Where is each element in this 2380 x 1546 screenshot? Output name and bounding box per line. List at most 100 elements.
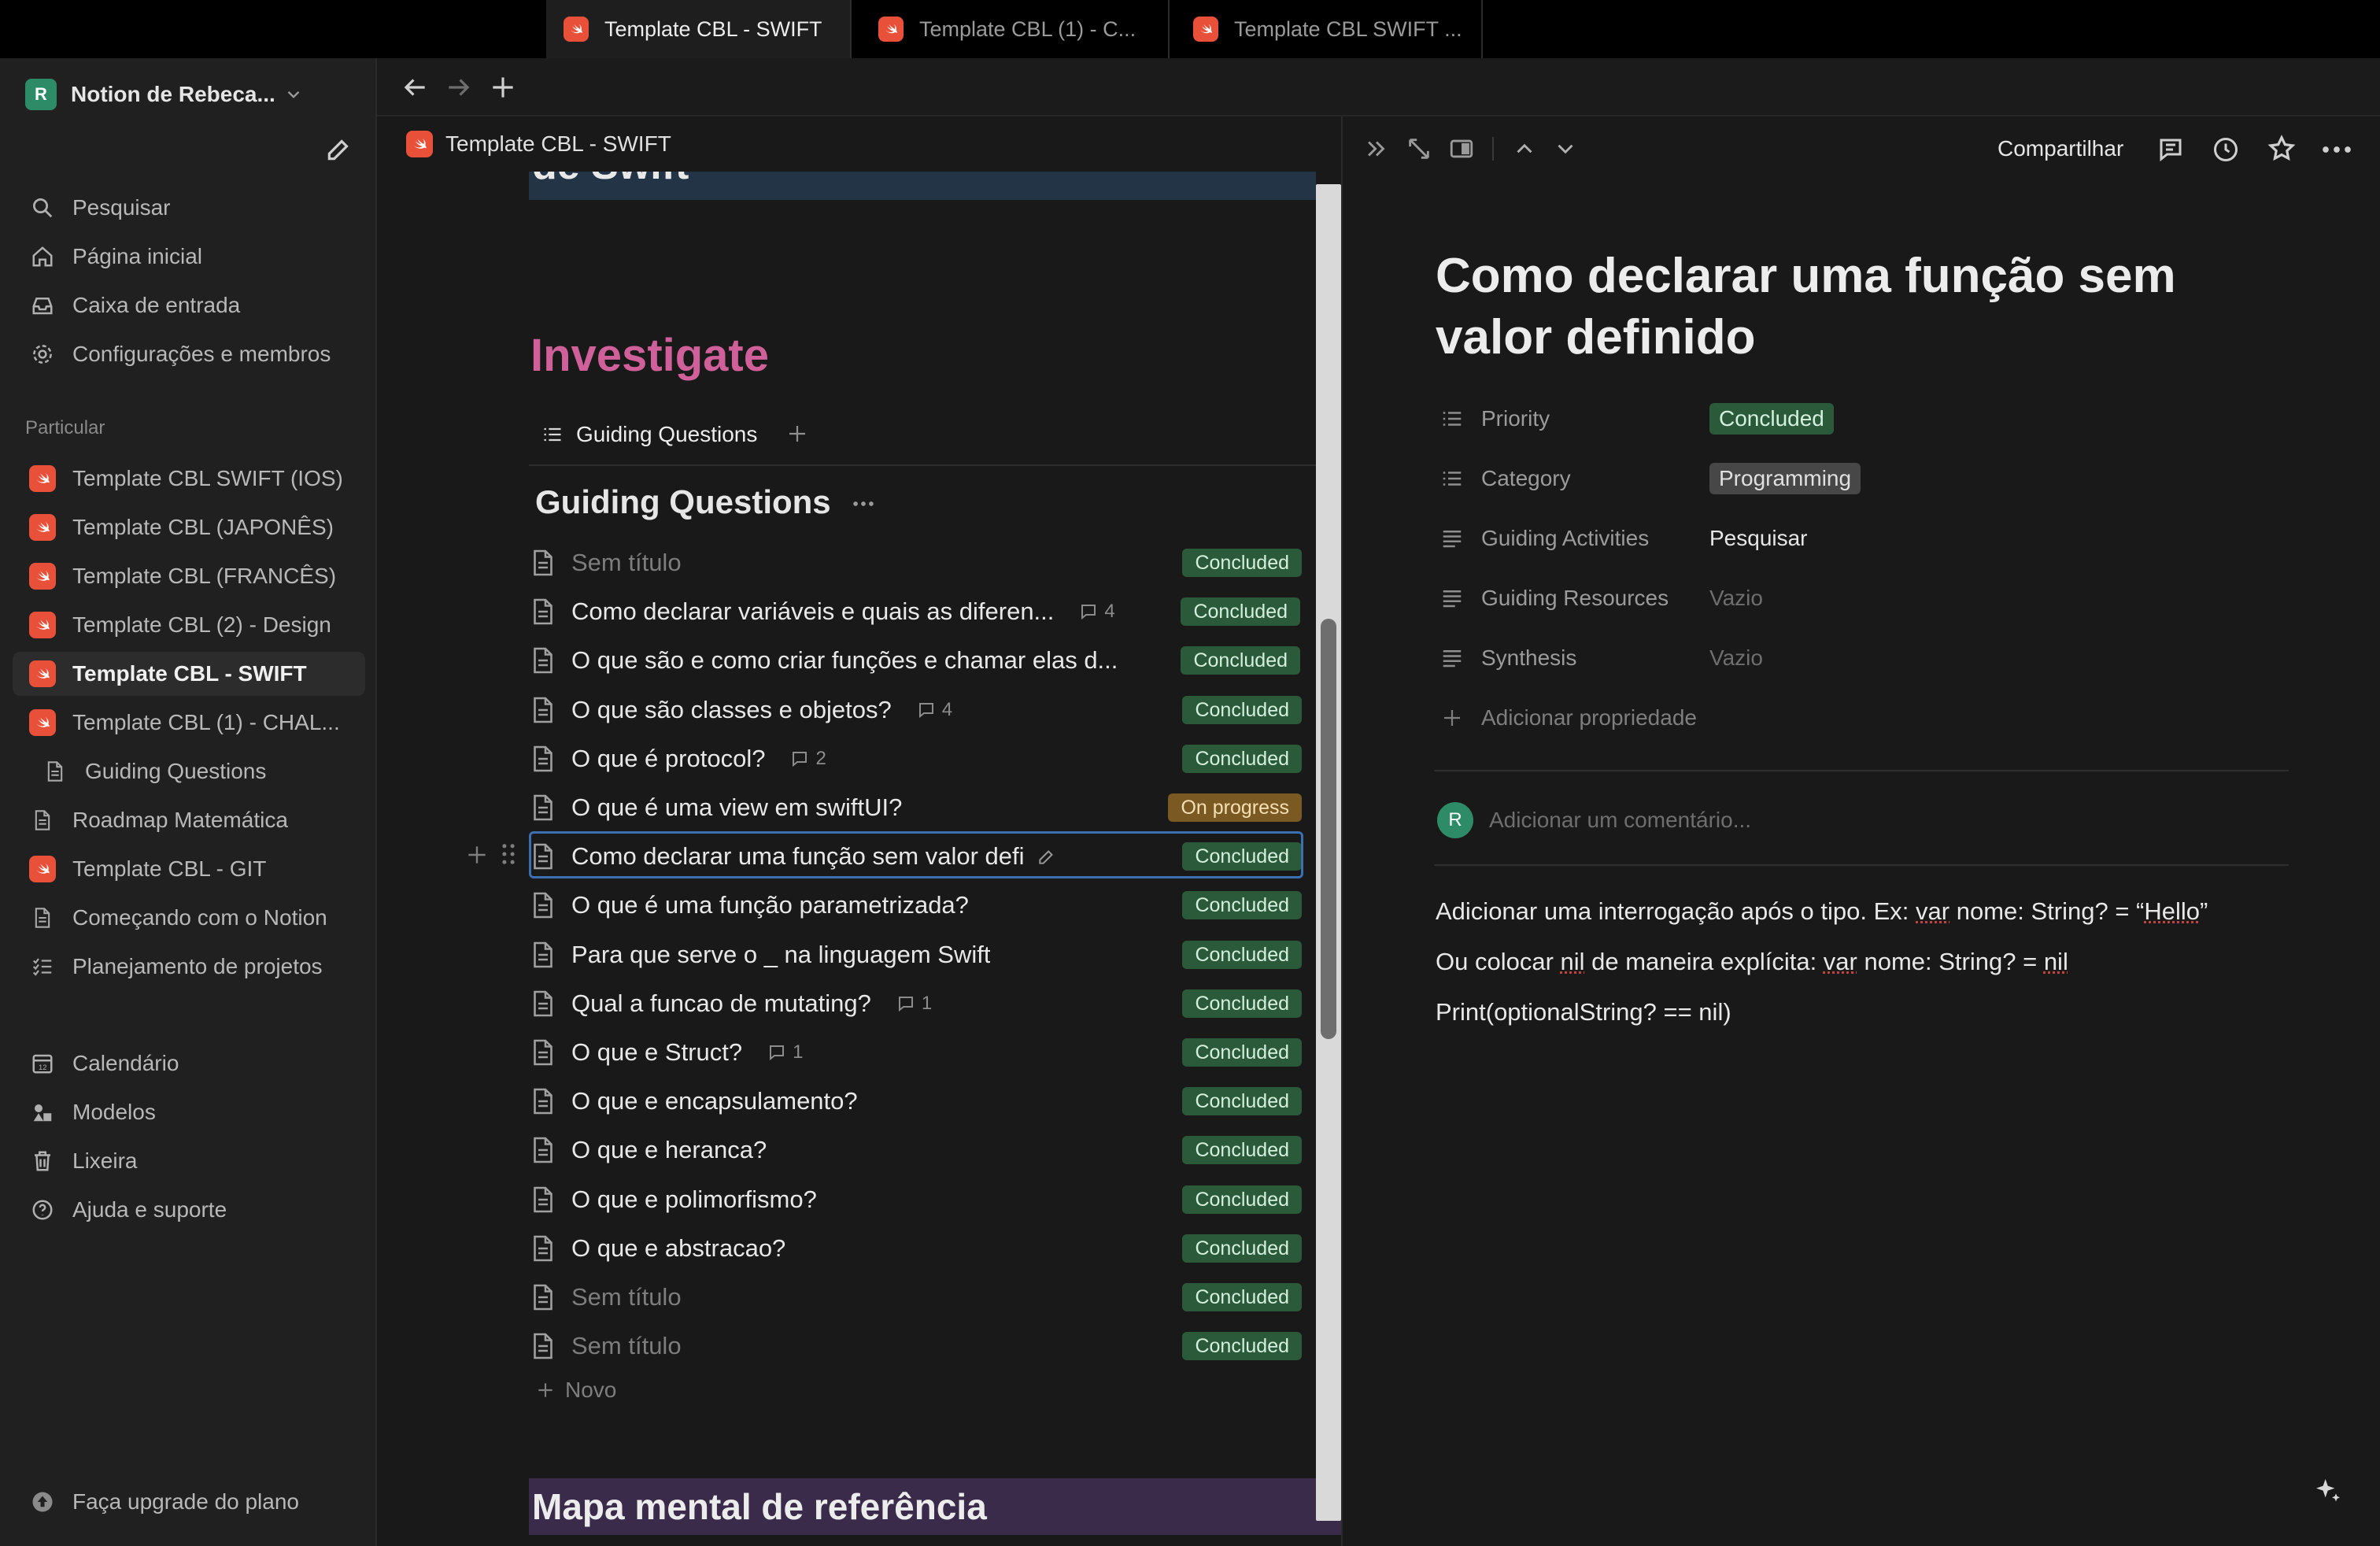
sidebar-item-search[interactable]: Pesquisar (13, 186, 365, 230)
property-category[interactable]: Category (1440, 457, 1571, 501)
comment-count[interactable]: 1 (896, 993, 932, 1015)
status-badge[interactable]: Concluded (1182, 745, 1302, 773)
more-icon[interactable] (2320, 140, 2353, 159)
workspace-switcher[interactable]: R Notion de Rebeca... (25, 74, 304, 115)
sidebar-item-page-active[interactable]: Template CBL - SWIFT (13, 652, 365, 696)
more-options-icon[interactable] (850, 494, 877, 513)
breadcrumb[interactable]: Template CBL - SWIFT (406, 131, 671, 157)
sidebar-item-page[interactable]: Template CBL (FRANCÊS) (13, 554, 365, 598)
comment-count[interactable]: 4 (917, 699, 952, 721)
ai-sparkle-icon[interactable] (2312, 1475, 2344, 1507)
status-badge[interactable]: Concluded (1181, 646, 1300, 675)
sidebar-item-page[interactable]: Template CBL SWIFT (IOS) (13, 457, 365, 501)
table-row[interactable]: Sem título Concluded (529, 1322, 1302, 1370)
sidebar-item-settings[interactable]: Configurações e membros (13, 332, 365, 376)
body-line-1[interactable]: Adicionar uma interrogação após o tipo. … (1436, 897, 2208, 926)
property-guiding-resources[interactable]: Guiding Resources (1440, 576, 1669, 620)
sidebar-item-page[interactable]: Guiding Questions (25, 749, 365, 793)
comments-icon[interactable] (2156, 135, 2185, 164)
property-value-guiding-resources[interactable]: Vazio (1709, 576, 1763, 620)
table-row[interactable]: Sem título Concluded (529, 538, 1302, 587)
tab-template-cbl-1[interactable]: Template CBL (1) - C... (861, 0, 1170, 58)
comment-count[interactable]: 2 (790, 748, 826, 770)
status-badge[interactable]: Concluded (1182, 989, 1302, 1018)
status-badge[interactable]: On progress (1168, 793, 1302, 822)
chevron-up-icon[interactable] (1511, 135, 1538, 162)
chevron-down-icon[interactable] (1552, 135, 1579, 162)
status-badge[interactable]: Concluded (1182, 1136, 1302, 1164)
table-row[interactable]: O que é protocol? 2 Concluded (529, 734, 1302, 783)
sidebar-item-home[interactable]: Página inicial (13, 235, 365, 279)
sidebar-item-help[interactable]: Ajuda e suporte (13, 1188, 365, 1232)
sidebar-item-page[interactable]: Template CBL (2) - Design (13, 603, 365, 647)
page-title[interactable]: Como declarar uma função sem valor defin… (1436, 246, 2223, 368)
scrollbar-thumb[interactable] (1321, 619, 1336, 1039)
status-badge[interactable]: Concluded (1182, 1087, 1302, 1115)
table-row[interactable]: O que são classes e objetos? 4 Concluded (529, 686, 1302, 734)
status-badge[interactable]: Concluded (1182, 696, 1302, 724)
close-peek-icon[interactable] (1363, 135, 1390, 162)
table-row[interactable]: O que e abstracao? Concluded (529, 1224, 1302, 1273)
sidebar-item-page[interactable]: Template CBL (1) - CHAL... (13, 701, 365, 745)
table-row[interactable]: O que é uma view em swiftUI? On progress (529, 783, 1302, 832)
property-priority[interactable]: Priority (1440, 397, 1550, 441)
back-arrow-icon[interactable] (400, 72, 430, 102)
status-badge[interactable]: Concluded (1182, 891, 1302, 919)
add-block-icon[interactable] (464, 842, 490, 867)
share-button[interactable]: Compartilhar (1998, 135, 2123, 162)
comment-input[interactable]: R Adicionar um comentário... (1437, 801, 1751, 839)
status-badge[interactable]: Concluded (1182, 549, 1302, 577)
table-row[interactable]: O que e Struct? 1 Concluded (529, 1028, 1302, 1077)
status-badge[interactable]: Concluded (1182, 1234, 1302, 1263)
table-row[interactable]: Sem título Concluded (529, 1273, 1302, 1322)
status-badge[interactable]: Concluded (1182, 1038, 1302, 1067)
sidebar-item-page[interactable]: Planejamento de projetos (13, 945, 365, 989)
expand-icon[interactable] (1406, 135, 1432, 162)
table-row[interactable]: Para que serve o _ na linguagem Swift Con… (529, 930, 1302, 979)
side-peek-icon[interactable] (1448, 135, 1475, 162)
status-badge[interactable]: Concluded (1181, 597, 1300, 626)
table-row[interactable]: O que e heranca? Concluded (529, 1126, 1302, 1174)
star-icon[interactable] (2267, 134, 2297, 164)
add-property-button[interactable]: Adicionar propriedade (1440, 696, 1697, 740)
status-badge[interactable]: Concluded (1182, 941, 1302, 969)
sidebar-item-page[interactable]: Template CBL - GIT (13, 847, 365, 891)
property-synthesis[interactable]: Synthesis (1440, 636, 1576, 680)
new-row-button[interactable]: Novo (535, 1376, 616, 1404)
sidebar-item-inbox[interactable]: Caixa de entrada (13, 283, 365, 327)
upgrade-plan-button[interactable]: Faça upgrade do plano (13, 1480, 365, 1524)
table-row[interactable]: O que e encapsulamento? Concluded (529, 1077, 1302, 1126)
new-page-icon[interactable] (324, 134, 354, 164)
status-badge[interactable]: Concluded (1182, 1185, 1302, 1214)
sidebar-item-page[interactable]: Começando com o Notion (13, 896, 365, 940)
edit-icon[interactable] (1037, 846, 1057, 867)
property-value-synthesis[interactable]: Vazio (1709, 636, 1763, 680)
sidebar-item-templates[interactable]: Modelos (13, 1090, 365, 1134)
table-row[interactable]: O que são e como criar funções e chamar … (529, 636, 1302, 685)
table-row[interactable]: Como declarar variáveis e quais as difer… (529, 587, 1302, 636)
property-guiding-activities[interactable]: Guiding Activities (1440, 516, 1649, 560)
view-tab-guiding-questions[interactable]: Guiding Questions (541, 419, 757, 450)
table-row[interactable]: O que é uma função parametrizada? Conclud… (529, 881, 1302, 930)
new-tab-icon[interactable] (488, 72, 518, 102)
status-badge[interactable]: Concluded (1182, 1283, 1302, 1311)
table-row[interactable]: Como declarar uma função sem valor defi C… (529, 832, 1302, 881)
sidebar-item-page[interactable]: Template CBL (JAPONÊS) (13, 505, 365, 549)
add-view-icon[interactable] (785, 422, 809, 446)
table-row[interactable]: O que e polimorfismo? Concluded (529, 1175, 1302, 1224)
sidebar-item-trash[interactable]: Lixeira (13, 1139, 365, 1183)
body-line-2[interactable]: Ou colocar nil de maneira explícita: var… (1436, 948, 2068, 976)
status-badge[interactable]: Concluded (1182, 842, 1302, 871)
table-row[interactable]: Qual a funcao de mutating? 1 Concluded (529, 979, 1302, 1028)
comment-count[interactable]: 1 (767, 1041, 803, 1063)
drag-handle-icon[interactable] (499, 841, 518, 867)
sidebar-item-page[interactable]: Roadmap Matemática (13, 798, 365, 842)
comment-count[interactable]: 4 (1079, 601, 1115, 623)
tab-template-cbl-swift-2[interactable]: Template CBL SWIFT ... (1176, 0, 1483, 58)
body-line-3[interactable]: Print(optionalString? == nil) (1436, 998, 1731, 1026)
sidebar-item-calendar[interactable]: 12 Calendário (13, 1041, 365, 1086)
property-value-category[interactable]: Programming (1709, 457, 1861, 501)
forward-arrow-icon[interactable] (444, 72, 474, 102)
status-badge[interactable]: Concluded (1182, 1332, 1302, 1360)
history-icon[interactable] (2212, 135, 2240, 164)
